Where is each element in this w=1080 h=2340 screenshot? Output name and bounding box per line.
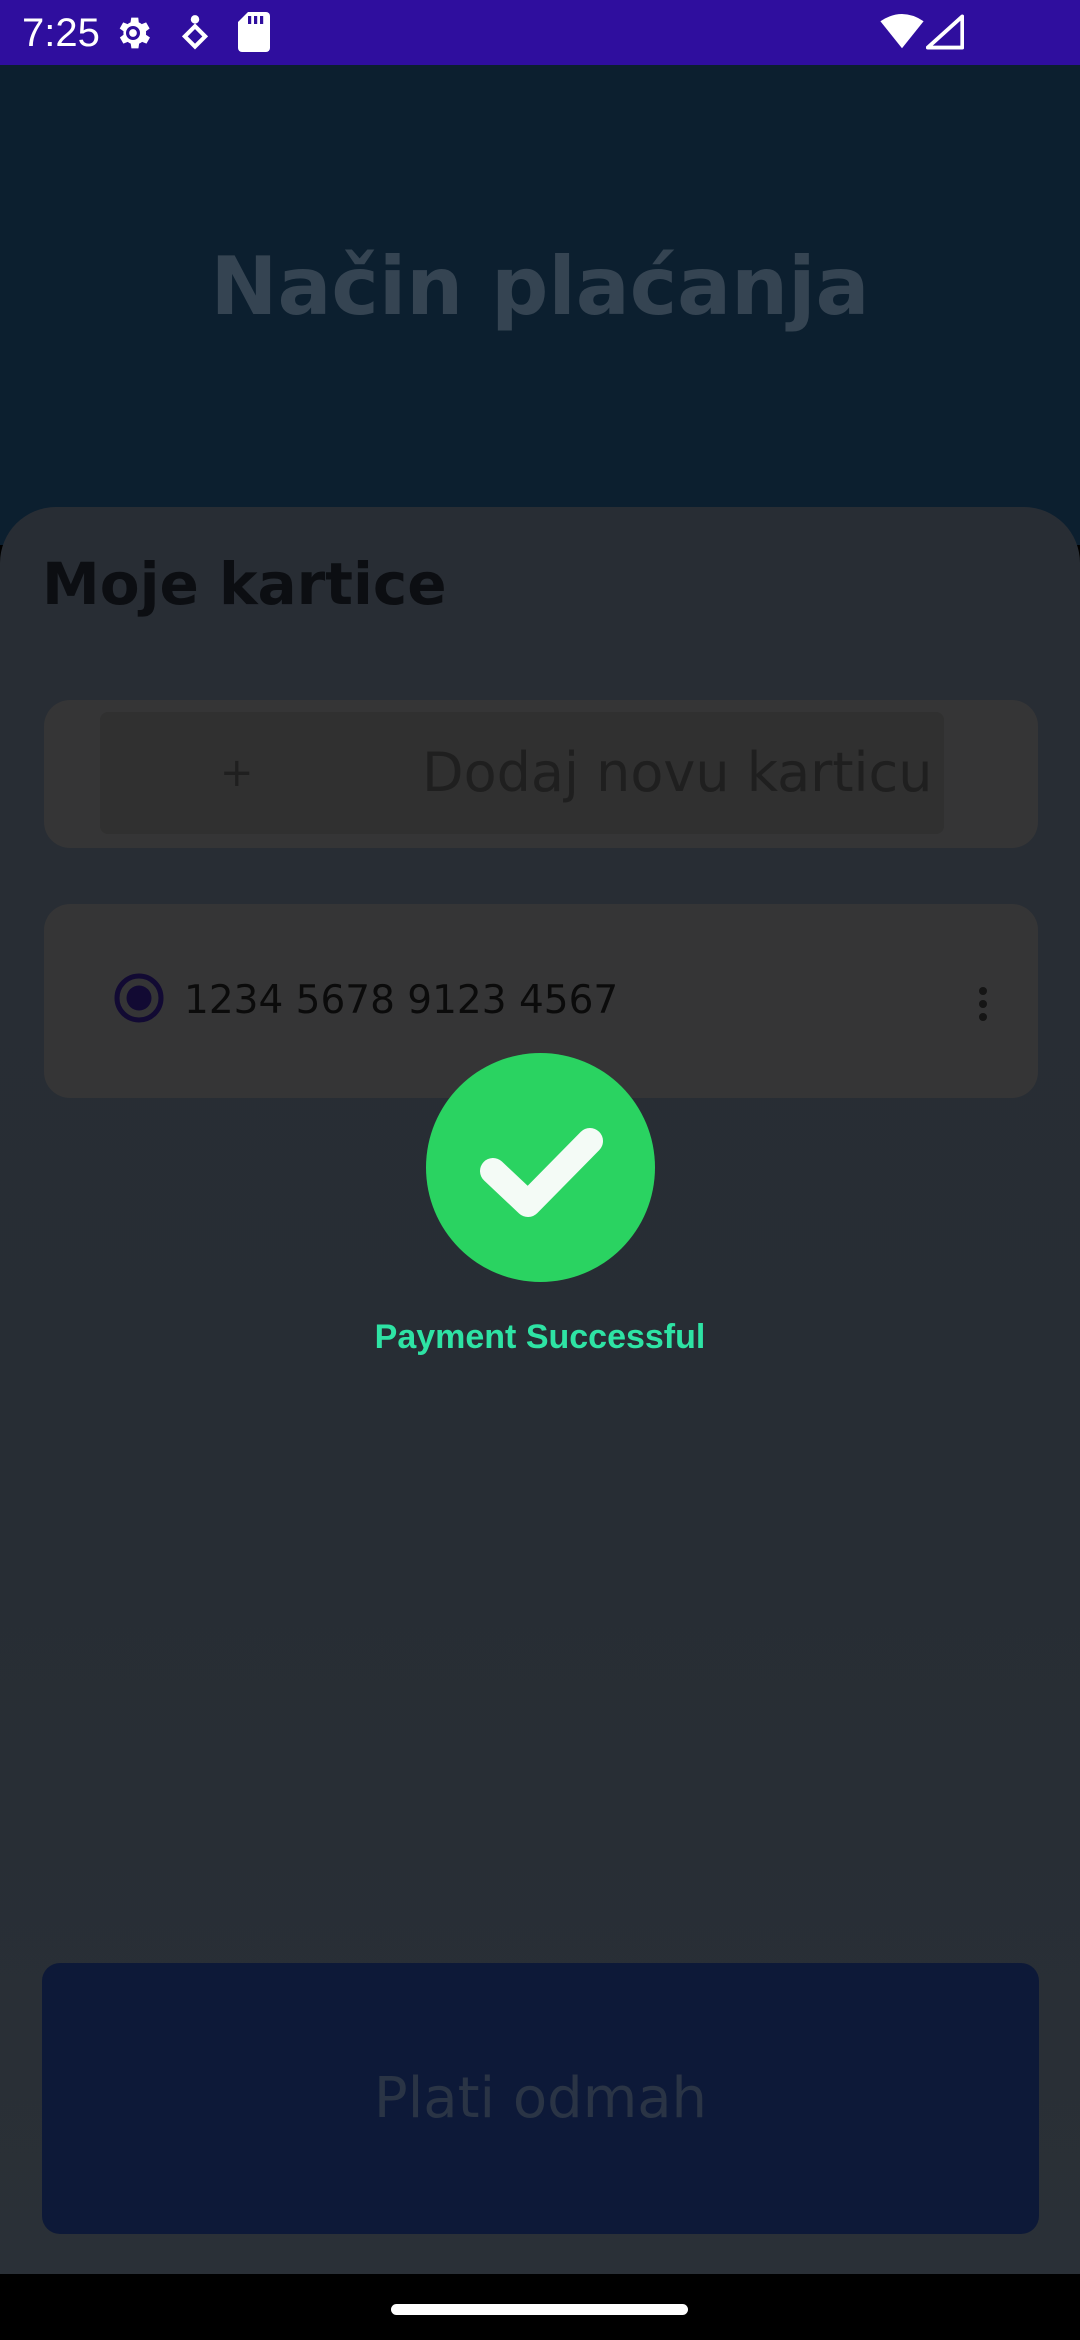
pay-now-label: Plati odmah [373, 2066, 708, 2131]
plus-icon: + [220, 750, 254, 796]
settings-gear-icon [112, 12, 154, 54]
status-time: 7:25 [22, 11, 100, 55]
section-title: Moje kartice [42, 550, 447, 618]
add-new-card-button[interactable]: + Dodaj novu karticu [100, 712, 944, 834]
add-new-card-label: Dodaj novu karticu [422, 741, 933, 804]
checkmark-icon [480, 1128, 603, 1217]
home-indicator[interactable] [391, 2304, 688, 2315]
accessibility-icon [178, 12, 212, 54]
wifi-icon [880, 14, 924, 50]
sd-card-icon [238, 12, 270, 52]
pay-now-button[interactable]: Plati odmah [42, 1963, 1039, 2234]
success-indicator [426, 1053, 655, 1282]
page-title: Način plaćanja [210, 240, 870, 333]
app-screen: 7:25 Način plaćanja Moje kartice + Dodaj… [0, 0, 1080, 2340]
more-vertical-icon[interactable] [968, 984, 998, 1024]
cell-signal-icon [926, 14, 964, 50]
card-radio-button[interactable] [114, 973, 164, 1023]
navigation-bar [0, 2274, 1080, 2340]
add-card-panel: + Dodaj novu karticu [44, 700, 1038, 848]
status-bar: 7:25 [0, 0, 1080, 65]
payment-success-message: Payment Successful [374, 1318, 706, 1356]
